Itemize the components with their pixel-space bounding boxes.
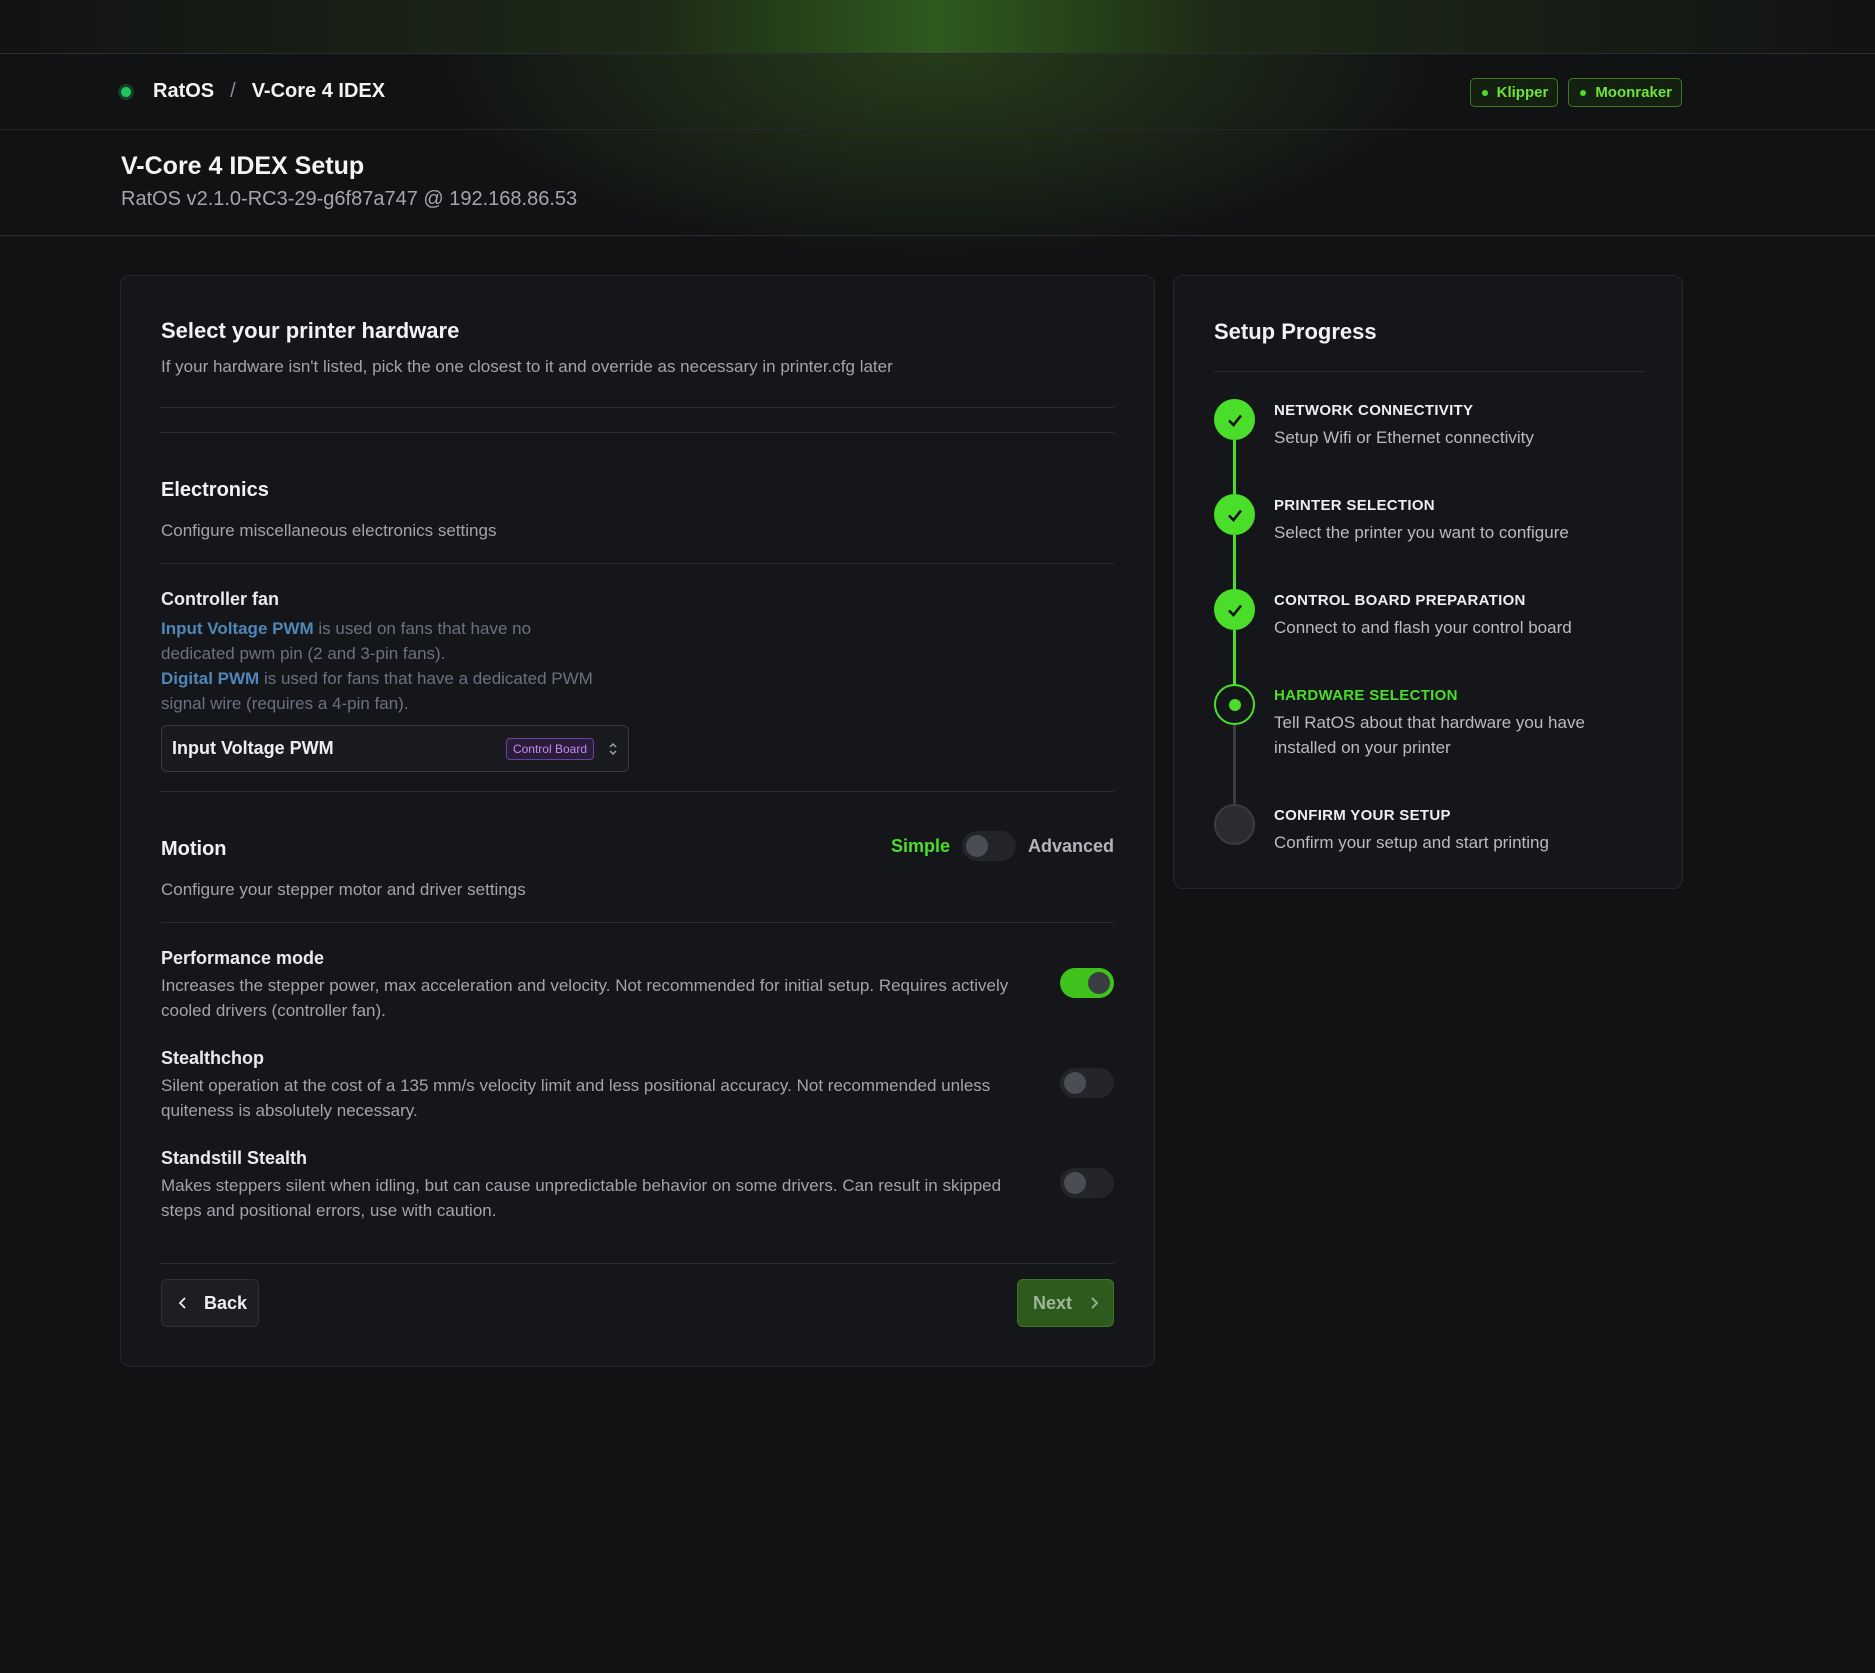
performance-mode-toggle[interactable]: [1060, 968, 1114, 998]
breadcrumb-item-ratos[interactable]: RatOS: [153, 80, 214, 103]
check-icon: [1227, 604, 1242, 617]
divider: [161, 791, 1114, 792]
moonraker-status-badge[interactable]: Moonraker: [1568, 78, 1682, 107]
mode-simple-label[interactable]: Simple: [891, 836, 950, 857]
page-header: V-Core 4 IDEX Setup RatOS v2.1.0-RC3-29-…: [0, 130, 1875, 236]
step-connector: [1233, 725, 1236, 805]
standstill-stealth-description: Makes steppers silent when idling, but c…: [161, 1176, 1002, 1220]
toggle-knob: [1088, 972, 1110, 994]
step-description: Setup Wifi or Ethernet connectivity: [1274, 428, 1534, 447]
hardware-selection-card: Select your printer hardware If your har…: [120, 275, 1155, 1367]
card-title: Select your printer hardware: [161, 318, 460, 343]
step-description: Confirm your setup and start printing: [1274, 833, 1549, 852]
step-description: Select the printer you want to configure: [1274, 523, 1569, 542]
chevron-up-down-icon: [608, 741, 618, 757]
controller-fan-help: Input Voltage PWM is used on fans that h…: [161, 616, 601, 716]
next-button-label: Next: [1033, 1292, 1073, 1313]
chevron-right-icon: [1091, 1297, 1099, 1309]
motion-title: Motion: [161, 838, 227, 860]
step-connector: [1233, 440, 1236, 495]
setup-progress-card: Setup Progress NETWORK CONNECTIVITY Setu…: [1173, 275, 1683, 889]
motion-mode-toggle[interactable]: [961, 831, 1016, 861]
breadcrumb-separator: /: [230, 80, 236, 102]
divider: [1214, 371, 1644, 372]
divider: [161, 922, 1114, 923]
step-title: CONFIRM YOUR SETUP: [1274, 807, 1451, 824]
status-dot-icon: [1481, 89, 1488, 96]
page-title: V-Core 4 IDEX Setup: [121, 152, 365, 180]
check-icon: [1227, 414, 1242, 427]
page-subtitle: RatOS v2.1.0-RC3-29-g6f87a747 @ 192.168.…: [121, 188, 578, 210]
status-dot-icon: [1580, 89, 1587, 96]
toggle-knob: [1064, 1072, 1086, 1094]
step-description: Connect to and flash your control board: [1274, 618, 1572, 637]
next-button[interactable]: Next: [1017, 1279, 1114, 1327]
step-current-icon: [1214, 684, 1255, 725]
help-highlight: Digital PWM: [161, 669, 260, 688]
step-complete-icon: [1214, 399, 1255, 440]
divider: [161, 432, 1114, 433]
control-board-badge: Control Board: [505, 737, 594, 760]
stealthchop-toggle[interactable]: [1060, 1068, 1114, 1098]
toggle-knob: [965, 835, 988, 857]
klipper-status-badge[interactable]: Klipper: [1469, 78, 1559, 107]
card-description: If your hardware isn't listed, pick the …: [161, 357, 893, 376]
step-pending-icon: [1214, 804, 1255, 845]
breadcrumb-item-printer[interactable]: V-Core 4 IDEX: [252, 80, 385, 103]
step-title: CONTROL BOARD PREPARATION: [1274, 592, 1526, 609]
electronics-description: Configure miscellaneous electronics sett…: [161, 521, 497, 540]
navbar: RatOS / V-Core 4 IDEX Klipper Moonraker: [0, 54, 1875, 130]
step-description: Tell RatOS about that hardware you have …: [1274, 713, 1585, 757]
step-title: NETWORK CONNECTIVITY: [1274, 402, 1474, 419]
back-button[interactable]: Back: [161, 1279, 259, 1327]
performance-mode-description: Increases the stepper power, max acceler…: [161, 976, 1009, 1020]
standstill-stealth-title: Standstill Stealth: [161, 1148, 308, 1168]
toggle-knob: [1064, 1172, 1086, 1194]
divider: [161, 407, 1114, 408]
step-connector: [1233, 630, 1236, 685]
stealthchop-description: Silent operation at the cost of a 135 mm…: [161, 1076, 991, 1120]
performance-mode-title: Performance mode: [161, 948, 325, 968]
help-highlight: Input Voltage PWM: [161, 619, 314, 638]
step-complete-icon: [1214, 494, 1255, 535]
select-value: Input Voltage PWM: [172, 738, 334, 758]
motion-mode-switch: Simple Advanced: [891, 831, 1114, 861]
back-button-label: Back: [204, 1292, 248, 1313]
step-title: PRINTER SELECTION: [1274, 497, 1435, 514]
badge-label: Moonraker: [1595, 84, 1672, 101]
breadcrumb: RatOS / V-Core 4 IDEX: [121, 80, 385, 103]
service-badges: Klipper Moonraker: [1469, 78, 1682, 107]
divider: [161, 1263, 1114, 1264]
status-dot-icon: [121, 86, 131, 97]
check-icon: [1227, 509, 1242, 522]
chevron-left-icon: [178, 1297, 186, 1309]
setup-progress-title: Setup Progress: [1214, 319, 1377, 344]
divider: [161, 563, 1114, 564]
badge-label: Klipper: [1496, 84, 1549, 101]
step-title: HARDWARE SELECTION: [1274, 687, 1458, 704]
step-connector: [1233, 535, 1236, 590]
mode-advanced-label[interactable]: Advanced: [1028, 836, 1114, 857]
controller-fan-label: Controller fan: [161, 589, 280, 609]
top-accent-bar: [0, 0, 1875, 54]
step-complete-icon: [1214, 589, 1255, 630]
controller-fan-select[interactable]: Input Voltage PWM Control Board: [161, 725, 629, 772]
motion-description: Configure your stepper motor and driver …: [161, 880, 526, 899]
stealthchop-title: Stealthchop: [161, 1048, 265, 1068]
electronics-title: Electronics: [161, 479, 269, 501]
standstill-stealth-toggle[interactable]: [1060, 1168, 1114, 1198]
